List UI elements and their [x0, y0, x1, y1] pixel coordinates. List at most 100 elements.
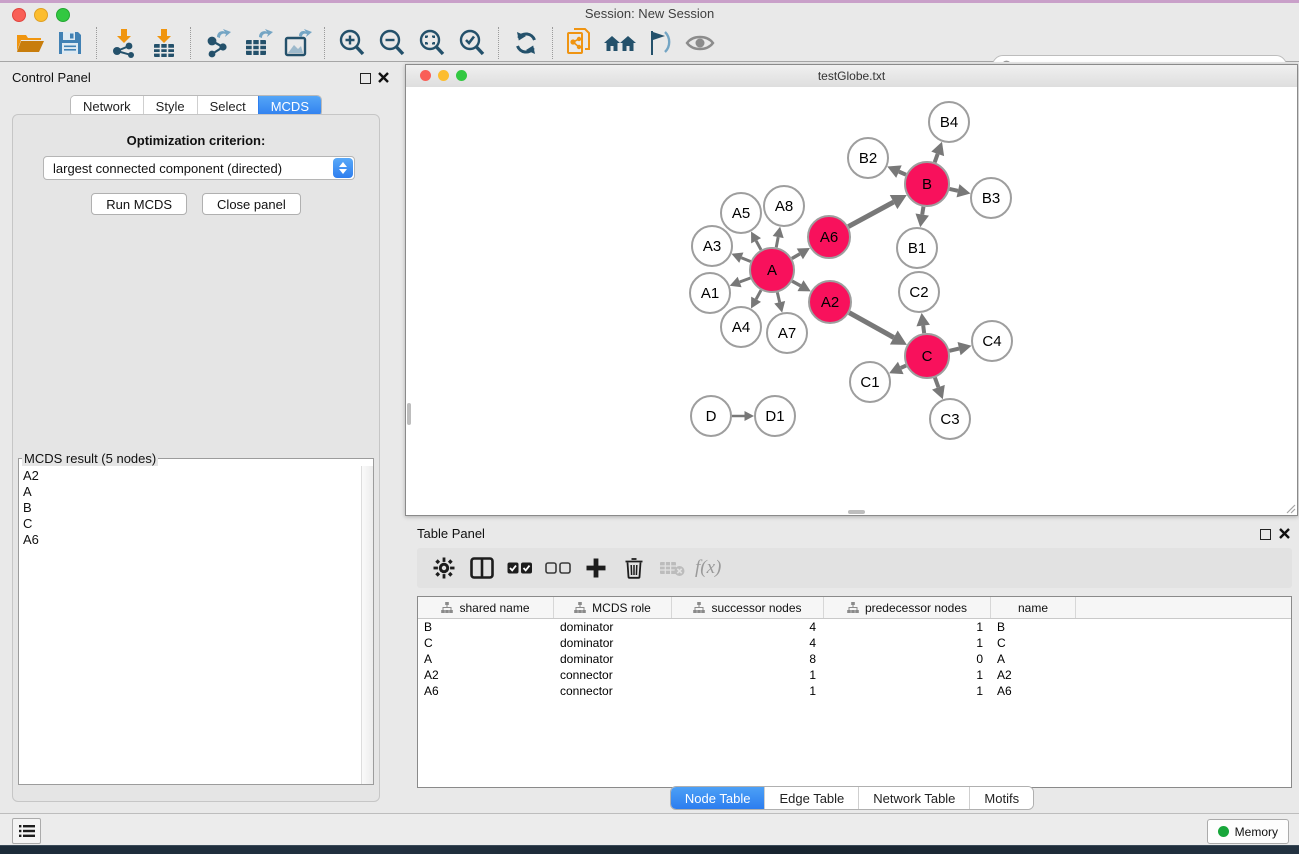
- zoom-fit-icon[interactable]: [412, 26, 452, 60]
- close-panel-icon[interactable]: [378, 72, 389, 83]
- table-cell[interactable]: 0: [824, 651, 991, 667]
- table-cell[interactable]: connector: [554, 683, 672, 699]
- graph-edge-C-C1[interactable]: [901, 366, 906, 368]
- graph-edge-B-B1[interactable]: [922, 207, 923, 215]
- graph-edge-C-C3[interactable]: [935, 378, 939, 388]
- table-cell[interactable]: B: [991, 619, 1076, 635]
- graph-edge-A-A5[interactable]: [756, 241, 761, 250]
- refresh-icon[interactable]: [506, 26, 546, 60]
- table-cell[interactable]: 4: [672, 619, 824, 635]
- zoom-selected-icon[interactable]: [452, 26, 492, 60]
- column-header-shared-name[interactable]: shared name: [418, 597, 554, 618]
- tab-edge-table[interactable]: Edge Table: [764, 787, 858, 809]
- eye-icon[interactable]: [680, 26, 720, 60]
- tab-network[interactable]: Network: [71, 96, 143, 116]
- tab-network-table[interactable]: Network Table: [858, 787, 969, 809]
- mcds-result-item[interactable]: B: [23, 500, 362, 516]
- mcds-result-item[interactable]: C: [23, 516, 362, 532]
- table-cell[interactable]: A6: [418, 683, 554, 699]
- network-hscroll-thumb[interactable]: [848, 510, 865, 514]
- zoom-out-icon[interactable]: [372, 26, 412, 60]
- new-network-from-file-icon[interactable]: [560, 26, 600, 60]
- tab-select[interactable]: Select: [197, 96, 258, 116]
- column-header-empty[interactable]: [1076, 597, 1291, 618]
- select-all-icon[interactable]: [503, 553, 537, 583]
- table-cell[interactable]: C: [991, 635, 1076, 651]
- table-cell[interactable]: 1: [824, 635, 991, 651]
- table-cell[interactable]: 1: [672, 667, 824, 683]
- column-header-MCDS-role[interactable]: MCDS role: [554, 597, 672, 618]
- node-table[interactable]: shared nameMCDS rolesuccessor nodesprede…: [417, 596, 1292, 788]
- table-cell[interactable]: A2: [418, 667, 554, 683]
- table-cell[interactable]: dominator: [554, 651, 672, 667]
- column-header-successor-nodes[interactable]: successor nodes: [672, 597, 824, 618]
- graph-edge-A-A7[interactable]: [777, 292, 779, 302]
- deselect-all-icon[interactable]: [541, 553, 575, 583]
- task-history-button[interactable]: [12, 818, 41, 844]
- column-header-name[interactable]: name: [991, 597, 1076, 618]
- open-session-icon[interactable]: [10, 26, 50, 60]
- tab-mcds[interactable]: MCDS: [258, 96, 321, 116]
- flag-details-icon[interactable]: [640, 26, 680, 60]
- run-mcds-button[interactable]: Run MCDS: [91, 193, 187, 215]
- network-window-titlebar[interactable]: testGlobe.txt: [406, 65, 1297, 88]
- column-header-predecessor-nodes[interactable]: predecessor nodes: [824, 597, 991, 618]
- graph-edge-A2-C[interactable]: [849, 313, 894, 338]
- table-header-row[interactable]: shared nameMCDS rolesuccessor nodesprede…: [418, 597, 1291, 619]
- table-cell[interactable]: A: [418, 651, 554, 667]
- export-table-icon[interactable]: [238, 26, 278, 60]
- table-cell[interactable]: 1: [672, 683, 824, 699]
- tab-node-table[interactable]: Node Table: [671, 787, 765, 809]
- table-cell[interactable]: 1: [824, 619, 991, 635]
- table-cell[interactable]: B: [418, 619, 554, 635]
- mcds-list-scrollbar[interactable]: [361, 466, 373, 784]
- import-table-icon[interactable]: [144, 26, 184, 60]
- tab-style[interactable]: Style: [143, 96, 197, 116]
- show-columns-icon[interactable]: [465, 553, 499, 583]
- network-graph[interactable]: AA1A2A3A4A5A6A7A8BB1B2B3B4CC1C2C3C4DD1: [406, 87, 1297, 515]
- graph-edge-A6-B[interactable]: [848, 202, 893, 226]
- table-row[interactable]: A6connector11A6: [418, 683, 1291, 699]
- table-row[interactable]: Adominator80A: [418, 651, 1291, 667]
- table-cell[interactable]: dominator: [554, 619, 672, 635]
- table-row[interactable]: A2connector11A2: [418, 667, 1291, 683]
- table-cell[interactable]: A: [991, 651, 1076, 667]
- table-cell[interactable]: C: [418, 635, 554, 651]
- table-cell[interactable]: connector: [554, 667, 672, 683]
- table-cell[interactable]: 1: [824, 667, 991, 683]
- table-cell[interactable]: 1: [824, 683, 991, 699]
- table-settings-gear-icon[interactable]: [427, 553, 461, 583]
- table-row[interactable]: Cdominator41C: [418, 635, 1291, 651]
- graph-edge-B-B3[interactable]: [949, 189, 958, 191]
- resize-grip-icon[interactable]: [1284, 502, 1296, 514]
- close-table-panel-icon[interactable]: [1279, 528, 1290, 539]
- optimization-criterion-dropdown[interactable]: largest connected component (directed): [43, 156, 355, 180]
- mcds-result-item[interactable]: A2: [23, 468, 362, 484]
- network-canvas[interactable]: AA1A2A3A4A5A6A7A8BB1B2B3B4CC1C2C3C4DD1: [406, 87, 1297, 515]
- import-network-icon[interactable]: [104, 26, 144, 60]
- graph-edge-B-B4[interactable]: [935, 154, 938, 162]
- graph-edge-C-C4[interactable]: [949, 349, 959, 351]
- table-cell[interactable]: A6: [991, 683, 1076, 699]
- close-panel-button[interactable]: Close panel: [202, 193, 301, 215]
- graph-edge-A-A8[interactable]: [776, 237, 778, 247]
- table-cell[interactable]: A2: [991, 667, 1076, 683]
- graph-edge-C-C2[interactable]: [923, 326, 924, 334]
- mcds-result-item[interactable]: A: [23, 484, 362, 500]
- add-column-icon[interactable]: [579, 553, 613, 583]
- graph-edge-A-A3[interactable]: [741, 258, 750, 262]
- tab-motifs[interactable]: Motifs: [969, 787, 1033, 809]
- graph-edge-A-A1[interactable]: [740, 278, 751, 282]
- export-image-icon[interactable]: [278, 26, 318, 60]
- graph-edge-B-B2[interactable]: [899, 172, 906, 175]
- mcds-result-item[interactable]: A6: [23, 532, 362, 548]
- houses-icon[interactable]: [600, 26, 640, 60]
- table-row[interactable]: Bdominator41B: [418, 619, 1291, 635]
- graph-edge-A-A2[interactable]: [792, 281, 800, 286]
- network-vscroll-thumb[interactable]: [407, 403, 411, 425]
- mcds-result-list[interactable]: A2ABCA6: [19, 466, 362, 784]
- graph-edge-A-A4[interactable]: [756, 290, 761, 299]
- table-cell[interactable]: 4: [672, 635, 824, 651]
- graph-edge-A-A6[interactable]: [792, 254, 800, 259]
- delete-column-trash-icon[interactable]: [617, 553, 651, 583]
